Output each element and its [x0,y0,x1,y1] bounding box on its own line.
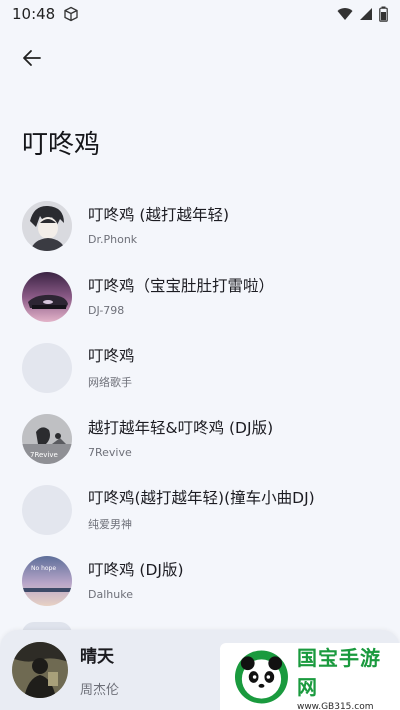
song-row-1[interactable]: 叮咚鸡 (越打越年轻) Dr.Phonk [0,190,400,261]
song-cover [22,271,72,322]
page-title: 叮咚鸡 [22,130,101,160]
song-list: 叮咚鸡 (越打越年轻) Dr.Phonk 叮咚鸡（宝宝肚肚打雷啦） DJ-798… [0,190,400,616]
song-title: 叮咚鸡 [88,346,135,365]
song-row-6[interactable]: No hope 叮咚鸡 (DJ版) Dalhuke [0,545,400,616]
cover-text: No hope [31,565,56,572]
status-bar: 10:48 [0,0,400,28]
cover-text: 7Revive [30,451,58,459]
song-artist: 网络歌手 [88,375,132,389]
cube-icon [64,6,78,22]
song-cover: No hope [22,555,72,606]
battery-icon [379,6,388,22]
watermark-logo: 国宝手游网 www.GB315.com [220,643,400,710]
song-cover: 7Revive [22,413,72,464]
song-title: 叮咚鸡 (越打越年轻) [88,206,230,224]
song-row-3[interactable]: 叮咚鸡 网络歌手 [0,332,400,403]
song-cover-placeholder [22,484,72,535]
song-title: 叮咚鸡（宝宝肚肚打雷啦） [88,277,275,295]
song-artist: 纯爱男神 [88,517,132,531]
back-button[interactable] [14,40,50,76]
player-artist: 周杰伦 [80,683,120,698]
song-title: 越打越年轻&叮咚鸡 (DJ版) [88,419,274,437]
status-time: 10:48 [12,5,56,23]
wifi-icon [337,8,353,20]
song-title: 叮咚鸡(越打越年轻)(撞车小曲DJ) [88,488,315,507]
song-artist: DJ-798 [88,304,125,317]
song-row-4[interactable]: 7Revive 越打越年轻&叮咚鸡 (DJ版) 7Revive [0,403,400,474]
player-title: 晴天 [80,647,114,667]
song-cover-placeholder [22,342,72,393]
song-cover [22,200,72,251]
watermark-url: www.GB315.com [296,701,374,710]
signal-icon [360,8,372,20]
song-artist: 7Revive [88,446,132,459]
song-row-2[interactable]: 叮咚鸡（宝宝肚肚打雷啦） DJ-798 [0,261,400,332]
arrow-left-icon [23,50,41,66]
song-artist: Dr.Phonk [88,233,138,246]
player-cover [12,642,68,698]
panda-icon [234,650,288,703]
song-row-5[interactable]: 叮咚鸡(越打越年轻)(撞车小曲DJ) 纯爱男神 [0,474,400,545]
song-title: 叮咚鸡 (DJ版) [88,561,184,579]
watermark-name: 国宝手游网 [296,645,381,699]
status-icons [337,6,388,22]
song-artist: Dalhuke [88,588,133,601]
